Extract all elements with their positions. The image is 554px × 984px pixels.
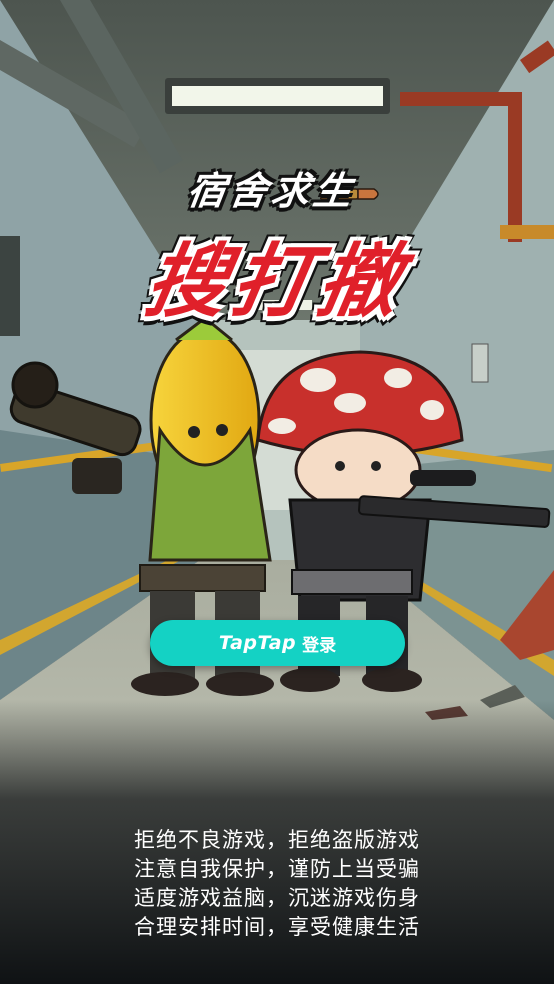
splash-screen: 宿舍求生 搜打撤 TapTap 登录 拒绝不良游戏，拒绝盗版游戏 注意自我保护，… [0,0,554,984]
advisory-line: 注意自我保护，谨防上当受骗 [134,857,420,881]
logo-title: 搜打撤 [138,235,414,328]
health-advisory: 拒绝不良游戏，拒绝盗版游戏 注意自我保护，谨防上当受骗 适度游戏益脑，沉迷游戏伤… [0,826,554,942]
taptap-login-button[interactable]: TapTap 登录 [150,620,405,666]
advisory-line: 拒绝不良游戏，拒绝盗版游戏 [134,828,420,852]
logo-subtitle: 宿舍求生 [184,169,359,213]
advisory-line: 合理安排时间，享受健康生活 [134,915,420,939]
taptap-brand-label: TapTap [218,632,297,654]
advisory-line: 适度游戏益脑，沉迷游戏伤身 [134,886,420,910]
login-button-label: 登录 [302,635,337,656]
game-logo: 宿舍求生 搜打撤 [0,160,554,333]
